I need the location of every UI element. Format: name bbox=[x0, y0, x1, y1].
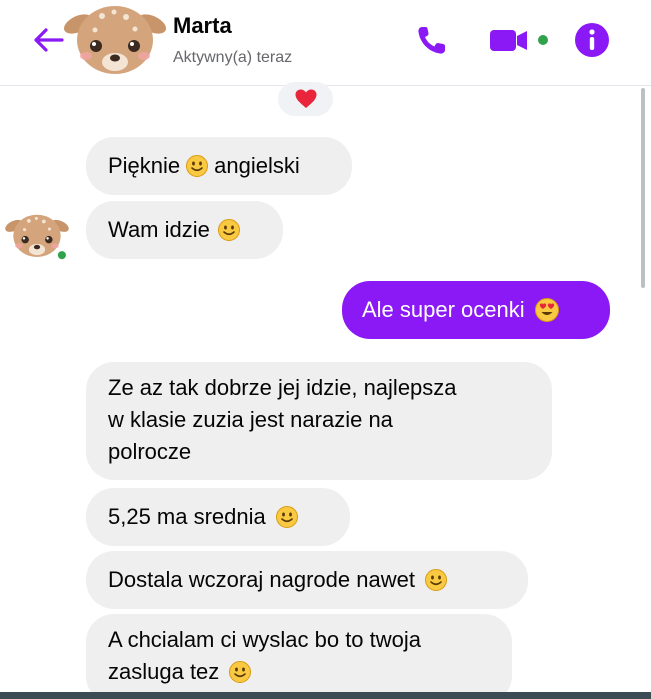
bottom-edge bbox=[0, 692, 651, 699]
message-text: 5,25 ma srednia bbox=[108, 504, 266, 529]
message-text-line: Ze az tak dobrze jej idzie, najlepsza bbox=[108, 375, 457, 400]
message-text-line: polrocze bbox=[108, 439, 192, 464]
smiling-face-emoji-icon bbox=[424, 569, 447, 591]
message-text: Wam idzie bbox=[108, 217, 210, 242]
message-reaction[interactable] bbox=[278, 82, 333, 116]
message-text-line: w klasie zuzia jest narazie na bbox=[108, 407, 393, 432]
smiling-face-emoji-icon bbox=[217, 219, 240, 241]
message-text-line: A chcialam ci wyslac bo to twoja bbox=[108, 627, 422, 652]
smiling-face-emoji-icon bbox=[229, 661, 252, 683]
message-text-line: zasluga tez bbox=[108, 659, 220, 684]
message-text: Ale super ocenki bbox=[362, 297, 525, 322]
message-bubble[interactable]: Ze az tak dobrze jej idzie, najlepsza w … bbox=[86, 362, 552, 480]
smiling-face-emoji-icon bbox=[186, 155, 209, 177]
scrollbar-thumb[interactable] bbox=[641, 88, 645, 288]
message-text: Dostala wczoraj nagrode nawet bbox=[108, 567, 415, 592]
smiling-face-emoji-icon bbox=[275, 506, 298, 528]
info-icon bbox=[575, 23, 609, 57]
scrollbar[interactable] bbox=[640, 88, 646, 688]
contact-avatar[interactable] bbox=[62, 0, 168, 80]
audio-call-button[interactable] bbox=[413, 22, 453, 58]
heart-icon bbox=[295, 89, 316, 108]
info-button[interactable] bbox=[572, 20, 612, 60]
message-bubble[interactable]: A chcialam ci wyslac bo to twoja zasluga… bbox=[86, 614, 512, 699]
sent-message-bubble[interactable]: Ale super ocenki bbox=[342, 281, 610, 339]
message-bubble[interactable]: Pięknie angielski bbox=[86, 137, 352, 195]
message-bubble[interactable]: 5,25 ma srednia bbox=[86, 488, 350, 546]
message-bubble[interactable]: Wam idzie bbox=[86, 201, 283, 259]
phone-icon bbox=[418, 27, 445, 54]
message-text-line-wrap: zasluga tez bbox=[108, 656, 253, 688]
message-text: angielski bbox=[214, 153, 300, 178]
heart-eyes-emoji-icon bbox=[534, 298, 559, 322]
video-camera-icon bbox=[490, 30, 548, 51]
conversation-header: Marta Aktywny(a) teraz bbox=[0, 0, 651, 86]
video-call-button[interactable] bbox=[488, 22, 556, 58]
message-bubble[interactable]: Dostala wczoraj nagrode nawet bbox=[86, 551, 528, 609]
sender-avatar[interactable] bbox=[4, 206, 70, 262]
contact-status: Aktywny(a) teraz bbox=[173, 49, 293, 66]
message-text: Pięknie bbox=[108, 153, 181, 178]
contact-name[interactable]: Marta bbox=[173, 13, 232, 39]
